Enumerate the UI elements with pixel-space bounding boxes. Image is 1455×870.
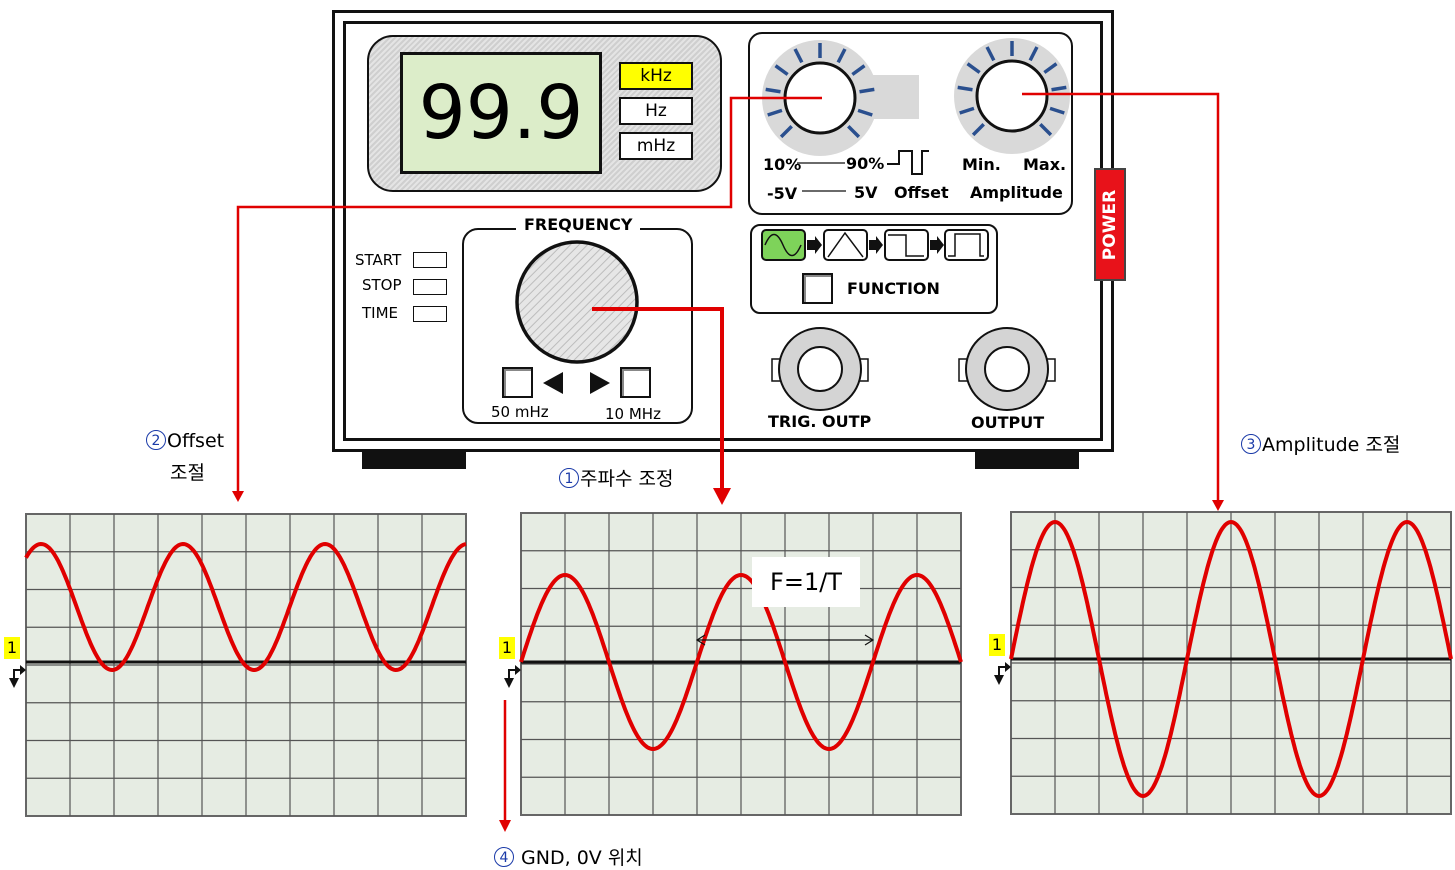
ground-marker-icon	[504, 678, 514, 688]
sine-wave-icon[interactable]	[761, 229, 806, 261]
arrow-icon	[869, 236, 883, 254]
output-connector[interactable]	[958, 327, 1056, 411]
amplitude-annotation: 3 Amplitude 조절	[1241, 430, 1400, 457]
square-wave-icon[interactable]	[884, 229, 929, 261]
amplitude-knob[interactable]	[954, 38, 1070, 154]
knob-tick	[1051, 85, 1067, 92]
trig-output-connector[interactable]	[771, 327, 869, 411]
offset-annotation: 2 Offset	[146, 430, 224, 452]
knob-tick	[859, 87, 875, 94]
pulse-icon	[887, 150, 929, 175]
knob-tick	[957, 85, 973, 92]
right-arrow-icon	[590, 372, 610, 394]
offset-annotation-line2: 조절	[170, 462, 205, 484]
ground-marker-icon	[994, 675, 1004, 685]
channel-1-marker: 1	[4, 637, 20, 659]
left-arrow-icon	[543, 372, 563, 394]
period-formula: F=1/T	[752, 557, 860, 607]
pulse-wave-icon[interactable]	[944, 229, 989, 261]
ground-marker-icon	[9, 678, 19, 688]
triangle-wave-icon[interactable]	[823, 229, 868, 261]
offset-scope	[9, 513, 467, 817]
gnd-annotation: 4 GND, 0V 위치	[494, 843, 643, 870]
channel-1-marker: 1	[499, 637, 515, 659]
knob-tick	[765, 87, 781, 94]
frequency-knob[interactable]	[515, 240, 639, 364]
frequency-scope	[504, 512, 963, 816]
amplitude-scope	[994, 511, 1453, 815]
arrow-icon	[930, 236, 944, 254]
channel-1-marker: 1	[989, 634, 1005, 656]
frequency-annotation: 1 주파수 조정	[559, 464, 673, 491]
arrow-icon	[807, 236, 822, 254]
